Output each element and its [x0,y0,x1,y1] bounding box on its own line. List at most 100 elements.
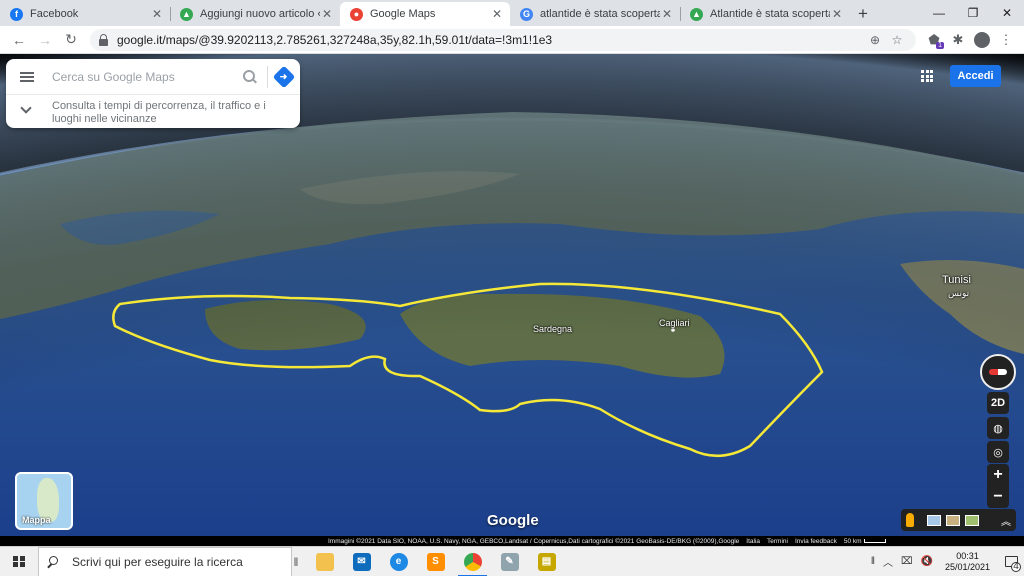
mail-app[interactable]: ✉ [343,547,380,576]
tab-google-search[interactable]: G atlantide è stata scoperta da un ✕ [510,2,680,26]
close-icon[interactable]: ✕ [490,7,504,21]
file-explorer-app[interactable] [306,547,343,576]
network-icon[interactable]: ⌧ [897,556,917,567]
kebab-menu-icon[interactable]: ⋮ [994,28,1018,52]
search-row: ➜ [6,59,300,95]
search-panel: ➜ Consulta i tempi di percorrenza, il tr… [6,59,300,128]
place-label-cagliari[interactable]: Cagliari [659,318,690,328]
map-viewport[interactable]: ➜ Consulta i tempi di percorrenza, il tr… [0,54,1024,536]
nearby-suggestion[interactable]: Consulta i tempi di percorrenza, il traf… [6,95,300,126]
scale-text: 50 km [843,537,862,545]
extension-icon[interactable]: ⬟ 1 [922,28,946,52]
compass-icon[interactable] [980,354,1016,390]
search-input[interactable] [52,69,237,84]
menu-icon[interactable] [20,71,34,82]
page-icon: ▲ [690,7,703,21]
page-icon: ▲ [180,7,193,21]
google-icon: G [520,7,533,21]
tab-facebook[interactable]: f Facebook ✕ [0,2,170,26]
clock-time: 00:31 [956,550,979,561]
compass-needle [989,369,1007,375]
reload-icon[interactable]: ↻ [58,28,84,52]
chrome-icon [463,552,482,571]
tab-title: Google Maps [370,8,436,20]
chevron-up-icon[interactable]: ︽ [1001,513,1011,528]
imagery-tile-icon[interactable] [946,514,960,526]
directions-icon[interactable]: ➜ [272,65,296,88]
system-tray: ‖ ︿ ⌧ 🔇 00:31 25/01/2021 4 [867,547,1024,576]
notification-center-icon[interactable]: 4 [998,547,1024,576]
pegman-icon[interactable] [906,513,914,527]
paint-icon: ✎ [500,552,519,571]
my-location-icon[interactable]: ◎ [987,441,1009,463]
bookmark-star-icon[interactable]: ☆ [886,33,908,47]
place-label-tunisi-arabic: تونس [948,288,970,298]
browser-toolbar: ← → ↻ google.it/maps/@39.9202113,2.78526… [0,26,1024,54]
chrome-app[interactable] [454,547,491,576]
windows-logo-icon [13,555,25,568]
chevron-down-icon[interactable] [20,102,32,114]
url-text[interactable]: google.it/maps/@39.9202113,2.785261,3272… [117,33,864,47]
close-icon[interactable]: ✕ [150,7,164,21]
profile-avatar[interactable] [970,28,994,52]
country-link[interactable]: Italia [746,538,760,545]
tab-wordpress-article[interactable]: ▲ Aggiungi nuovo articolo ‹ Atlantide ✕ [170,2,340,26]
puzzle-extensions-icon[interactable]: ✱ [946,28,970,52]
start-button[interactable] [0,547,38,576]
layer-label: Mappa [22,515,51,525]
globe-icon[interactable]: ◍ [987,417,1009,439]
notification-count: 4 [1011,561,1021,572]
window-controls: — ❐ ✕ [922,0,1024,26]
forward-arrow-icon[interactable]: → [32,28,58,52]
attribution-bar: Immagini ©2021 Data SIO, NOAA, U.S. Navy… [325,536,1024,546]
clock-date: 25/01/2021 [944,561,990,572]
search-icon [47,556,58,567]
toggle-2d-button[interactable]: 2D [987,392,1009,414]
sign-in-button[interactable]: Accedi [950,65,1001,87]
imagery-toolbar: ︽ [901,509,1016,531]
address-bar[interactable]: google.it/maps/@39.9202113,2.785261,3272… [90,28,916,51]
show-hidden-icons-icon[interactable]: ︿ [879,554,897,569]
imagery-tile-icon[interactable] [965,514,979,526]
imagery-tile-icon[interactable] [927,514,941,526]
tab-google-maps[interactable]: ● Google Maps ✕ [340,2,510,26]
tab-atlantide-article[interactable]: ▲ Atlantide è stata scoperta nel G ✕ [680,2,850,26]
clock[interactable]: 00:31 25/01/2021 [937,551,998,573]
restore-icon[interactable]: ❐ [956,0,990,26]
place-label-sardegna[interactable]: Sardegna [533,324,572,334]
close-icon[interactable]: ✕ [830,7,844,21]
google-logo: Google [487,512,539,529]
zoom-out-button[interactable]: − [987,486,1009,508]
divider [267,65,268,88]
install-icon[interactable]: ⊕ [864,33,886,47]
search-icon[interactable] [243,69,257,84]
divider: ‖ [293,554,299,569]
close-icon[interactable]: ✕ [320,7,334,21]
browser-tab-strip: f Facebook ✕ ▲ Aggiungi nuovo articolo ‹… [0,0,1024,26]
taskbar-search-text: Scrivi qui per eseguire la ricerca [72,554,243,569]
new-tab-button[interactable]: + [850,2,876,26]
lock-icon[interactable] [98,33,109,46]
feedback-link[interactable]: Invia feedback [795,538,837,545]
volume-icon[interactable]: 🔇 [917,556,937,567]
place-label-tunisi[interactable]: Tunisi [942,274,971,286]
back-arrow-icon[interactable]: ← [6,28,32,52]
scale-label[interactable]: 50 km [844,538,886,545]
archive-icon: ▤ [537,552,556,571]
minimize-icon[interactable]: — [922,0,956,26]
tab-title: atlantide è stata scoperta da un [540,8,660,20]
taskbar-search[interactable]: Scrivi qui per eseguire la ricerca [38,546,292,576]
paint-app[interactable]: ✎ [491,547,528,576]
facebook-icon: f [10,7,23,21]
edge-app[interactable]: e [380,547,417,576]
winrar-app[interactable]: ▤ [528,547,565,576]
terms-link[interactable]: Termini [767,538,788,545]
close-window-icon[interactable]: ✕ [990,0,1024,26]
close-icon[interactable]: ✕ [660,7,674,21]
zoom-in-button[interactable]: + [987,464,1009,486]
sublime-app[interactable]: S [417,547,454,576]
divider: ‖ [870,556,875,567]
map-layer-switch[interactable]: Mappa [15,472,73,530]
apps-grid-icon[interactable] [921,70,933,82]
avatar [974,31,990,48]
